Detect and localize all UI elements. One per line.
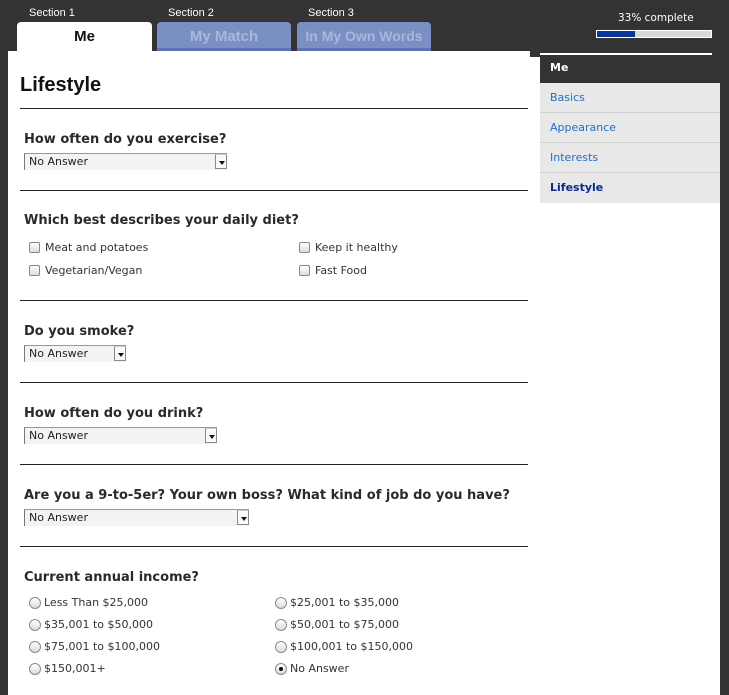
tab-in-my-own-words[interactable]: In My Own Words	[297, 22, 431, 51]
income-option[interactable]: $35,001 to $50,000	[29, 618, 153, 631]
question-diet: Which best describes your daily diet?	[24, 213, 299, 228]
drink-select-value: No Answer	[29, 429, 88, 442]
diet-option-fast-food[interactable]: Fast Food	[299, 264, 367, 277]
income-option[interactable]: $100,001 to $150,000	[275, 640, 413, 653]
chevron-down-icon	[237, 510, 249, 525]
radio[interactable]	[275, 640, 287, 653]
option-label: $25,001 to $35,000	[290, 596, 400, 609]
option-label: $150,001+	[44, 662, 106, 675]
job-select-value: No Answer	[29, 511, 88, 524]
diet-option-vegetarian-vegan[interactable]: Vegetarian/Vegan	[29, 264, 142, 277]
radio-selected[interactable]	[275, 662, 287, 675]
drink-select[interactable]: No Answer	[24, 427, 217, 444]
tab-my-match[interactable]: My Match	[157, 22, 291, 51]
progress-bar	[596, 30, 712, 38]
smoke-select-value: No Answer	[29, 347, 88, 360]
checkbox[interactable]	[299, 265, 310, 276]
sidebar-item-interests[interactable]: Interests	[540, 143, 720, 173]
page-title: Lifestyle	[20, 74, 102, 96]
option-label: Less Than $25,000	[44, 596, 149, 609]
income-option[interactable]: Less Than $25,000	[29, 596, 148, 609]
income-option[interactable]: $75,001 to $100,000	[29, 640, 160, 653]
divider	[20, 108, 528, 109]
frame-border-right	[720, 51, 729, 695]
checkbox[interactable]	[299, 242, 310, 253]
checkbox[interactable]	[29, 242, 40, 253]
option-label: $100,001 to $150,000	[290, 640, 414, 653]
question-drink: How often do you drink?	[24, 406, 204, 421]
frame-border-left	[0, 51, 8, 695]
sidebar-item-appearance[interactable]: Appearance	[540, 113, 720, 143]
progress-fill	[597, 31, 635, 37]
divider	[540, 53, 712, 55]
checkbox[interactable]	[29, 265, 40, 276]
job-select[interactable]: No Answer	[24, 509, 249, 526]
tab-me[interactable]: Me	[17, 22, 152, 51]
divider	[20, 464, 528, 465]
option-label: No Answer	[290, 662, 349, 675]
radio[interactable]	[29, 662, 41, 675]
question-exercise: How often do you exercise?	[24, 132, 227, 147]
question-job: Are you a 9-to-5er? Your own boss? What …	[24, 488, 510, 503]
divider	[20, 300, 528, 301]
option-label: Meat and potatoes	[45, 241, 149, 254]
sidebar-item-lifestyle[interactable]: Lifestyle	[540, 173, 720, 203]
diet-option-meat-and-potatoes[interactable]: Meat and potatoes	[29, 241, 148, 254]
option-label: $75,001 to $100,000	[44, 640, 161, 653]
radio[interactable]	[29, 618, 41, 631]
income-option[interactable]: $25,001 to $35,000	[275, 596, 399, 609]
question-smoke: Do you smoke?	[24, 324, 135, 339]
chevron-down-icon	[114, 346, 126, 361]
top-bar: Section 1 Me Section 2 My Match Section …	[0, 0, 729, 51]
divider	[20, 382, 528, 383]
exercise-select-value: No Answer	[29, 155, 88, 168]
option-label: Vegetarian/Vegan	[45, 264, 143, 277]
sidebar-item-basics[interactable]: Basics	[540, 83, 720, 113]
option-label: $50,001 to $75,000	[290, 618, 400, 631]
radio[interactable]	[275, 618, 287, 631]
section-label: Section 2	[168, 7, 214, 19]
diet-option-keep-it-healthy[interactable]: Keep it healthy	[299, 241, 398, 254]
smoke-select[interactable]: No Answer	[24, 345, 126, 362]
income-option[interactable]: $150,001+	[29, 662, 106, 675]
divider	[20, 546, 528, 547]
chevron-down-icon	[205, 428, 217, 443]
option-label: Keep it healthy	[315, 241, 398, 254]
option-label: Fast Food	[315, 264, 367, 277]
chevron-down-icon	[215, 154, 227, 169]
section-label: Section 3	[308, 7, 354, 19]
progress-label: 33% complete	[618, 12, 694, 24]
exercise-select[interactable]: No Answer	[24, 153, 227, 170]
sidebar: Me Basics Appearance Interests Lifestyle	[540, 57, 720, 203]
section-label: Section 1	[29, 7, 75, 19]
radio[interactable]	[275, 596, 287, 609]
main-content: Lifestyle How often do you exercise? No …	[8, 51, 530, 695]
divider	[20, 190, 528, 191]
income-option[interactable]: $50,001 to $75,000	[275, 618, 399, 631]
radio[interactable]	[29, 596, 41, 609]
sidebar-header: Me	[540, 57, 720, 83]
option-label: $35,001 to $50,000	[44, 618, 154, 631]
income-option-no-answer[interactable]: No Answer	[275, 662, 349, 675]
radio[interactable]	[29, 640, 41, 653]
question-income: Current annual income?	[24, 570, 199, 585]
